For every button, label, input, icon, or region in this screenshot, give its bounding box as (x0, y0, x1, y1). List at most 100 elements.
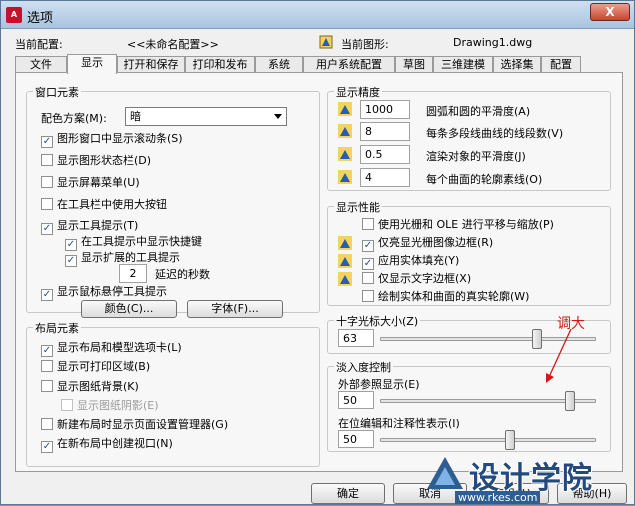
window-elements-group: 窗口元素 配色方案(M): 暗 ✓ 图形窗口中显示滚动条(S) 显示图形状态栏(D… (26, 84, 320, 318)
inplace-fade-slider-track (380, 438, 596, 442)
checkbox-checked-icon: ✓ (41, 223, 53, 235)
checkbox-empty-icon (41, 360, 53, 372)
annotation-arrow-icon (546, 328, 572, 383)
tab-selection[interactable]: 选择集 (493, 56, 541, 73)
contour-lines-input[interactable]: 4 (360, 168, 410, 187)
inplace-fade-label: 在位编辑和注释性表示(I) (338, 417, 460, 430)
text-frame-icon (338, 272, 352, 286)
arc-smoothness-input[interactable]: 1000 (360, 100, 410, 119)
render-smoothness-input[interactable]: 0.5 (360, 145, 410, 164)
polyline-segments-label: 每条多段线曲线的线段数(V) (426, 127, 564, 140)
checkbox-checked-icon: ✓ (362, 240, 374, 252)
tab-3d-modeling[interactable]: 三维建模 (433, 56, 493, 73)
display-resolution-group: 显示精度 1000 圆弧和圆的平滑度(A) 8 每条多段线曲线的线段数(V) 0… (327, 84, 611, 191)
chevron-down-icon (274, 114, 282, 119)
color-scheme-select[interactable]: 暗 (125, 107, 287, 126)
color-scheme-value: 暗 (130, 110, 141, 123)
polyline-segments-input[interactable]: 8 (360, 122, 410, 141)
crosshair-size-title: 十字光标大小(Z) (334, 313, 421, 329)
tab-profiles[interactable]: 配置 (541, 56, 581, 73)
layout-elements-group: 布局元素 ✓ 显示布局和模型选项卡(L) 显示可打印区域(B) 显示图纸背景(K)… (26, 320, 320, 467)
watermark: 设计学院 www.rkes.com (415, 451, 635, 506)
checkbox-create-viewport[interactable]: ✓ 在新布局中创建视口(N) (41, 436, 173, 453)
current-profile-label: 当前配置: (15, 38, 63, 51)
display-tab-panel: 窗口元素 配色方案(M): 暗 ✓ 图形窗口中显示滚动条(S) 显示图形状态栏(D… (15, 72, 623, 472)
checkbox-tooltip-shortcuts[interactable]: ✓ 在工具提示中显示快捷键 (65, 234, 202, 251)
tab-drafting[interactable]: 草图 (395, 56, 433, 73)
xref-fade-label: 外部参照显示(E) (338, 378, 420, 391)
checkbox-checked-icon: ✓ (41, 289, 53, 301)
tab-system[interactable]: 系统 (255, 56, 303, 73)
profile-row: 当前配置: <<未命名配置>> 当前图形: Drawing1.dwg (1, 33, 634, 53)
tab-display[interactable]: 显示 (67, 54, 117, 74)
colors-button[interactable]: 颜色(C)... (81, 300, 177, 318)
crosshair-size-input[interactable]: 63 (338, 329, 374, 347)
checkbox-show-screen-menu[interactable]: 显示屏幕菜单(U) (41, 175, 140, 191)
fade-control-title: 淡入度控制 (334, 359, 393, 375)
checkbox-empty-icon (41, 176, 53, 188)
autocad-app-icon: A (6, 7, 22, 23)
xref-fade-slider-track (380, 399, 596, 403)
arc-smoothness-label: 圆弧和圆的平滑度(A) (426, 105, 531, 118)
layout-elements-title: 布局元素 (33, 320, 81, 336)
inplace-fade-slider-thumb[interactable] (505, 430, 515, 450)
options-dialog: A 选项 X 当前配置: <<未命名配置>> 当前图形: Drawing1.dw… (0, 0, 635, 505)
display-performance-group: 显示性能 使用光栅和 OLE 进行平移与缩放(P) ✓ 仅亮显光栅图像边框(R) … (327, 199, 611, 306)
display-resolution-title: 显示精度 (334, 84, 382, 100)
fonts-button[interactable]: 字体(F)... (187, 300, 283, 318)
polyline-segments-icon (338, 124, 352, 138)
drawing-file-icon (319, 35, 333, 49)
checkbox-empty-icon (362, 218, 374, 230)
tab-plot-publish[interactable]: 打印和发布 (185, 56, 255, 73)
checkbox-show-tooltips[interactable]: ✓ 显示工具提示(T) (41, 218, 138, 235)
checkbox-page-setup-manager[interactable]: 新建布局时显示页面设置管理器(G) (41, 417, 228, 433)
color-scheme-label: 配色方案(M): (41, 112, 107, 125)
render-smoothness-label: 渲染对象的平滑度(J) (426, 150, 526, 163)
tab-file[interactable]: 文件 (15, 56, 67, 73)
dialog-title: 选项 (27, 11, 54, 26)
checkbox-layout-model-tabs[interactable]: ✓ 显示布局和模型选项卡(L) (41, 340, 182, 357)
close-button[interactable]: X (590, 3, 630, 21)
arc-smoothness-icon (338, 102, 352, 116)
checkbox-empty-icon (41, 380, 53, 392)
tab-open-save[interactable]: 打开和保存 (117, 56, 185, 73)
checkbox-paper-background[interactable]: 显示图纸背景(K) (41, 379, 139, 395)
checkbox-true-silhouettes[interactable]: 绘制实体和曲面的真实轮廓(W) (362, 289, 529, 305)
xref-fade-input[interactable]: 50 (338, 391, 374, 409)
watermark-url: www.rkes.com (455, 491, 541, 504)
contour-lines-icon (338, 170, 352, 184)
checkbox-show-scrollbars[interactable]: ✓ 图形窗口中显示滚动条(S) (41, 131, 183, 148)
checkbox-highlight-raster-frame[interactable]: ✓ 仅亮显光栅图像边框(R) (362, 235, 493, 252)
checkbox-show-status-bar[interactable]: 显示图形状态栏(D) (41, 153, 151, 169)
checkbox-checked-icon: ✓ (41, 136, 53, 148)
checkbox-printable-area[interactable]: 显示可打印区域(B) (41, 359, 150, 375)
checkbox-apply-solid-fill[interactable]: ✓ 应用实体填充(Y) (362, 253, 459, 270)
inplace-fade-input[interactable]: 50 (338, 430, 374, 448)
display-performance-title: 显示性能 (334, 199, 382, 215)
checkbox-raster-ole-pan-zoom[interactable]: 使用光栅和 OLE 进行平移与缩放(P) (362, 217, 554, 233)
window-elements-title: 窗口元素 (33, 84, 81, 100)
checkbox-paper-shadow[interactable]: 显示图纸阴影(E) (61, 398, 159, 414)
checkbox-rollover-tooltips[interactable]: ✓ 显示鼠标悬停工具提示 (41, 284, 167, 301)
checkbox-empty-icon (41, 198, 53, 210)
checkbox-disabled-icon (61, 399, 73, 411)
checkbox-empty-icon (41, 418, 53, 430)
checkbox-checked-icon: ✓ (41, 441, 53, 453)
tooltip-delay-input[interactable]: 2 (119, 264, 147, 283)
checkbox-empty-icon (41, 154, 53, 166)
checkbox-empty-icon (362, 290, 374, 302)
tab-user-preferences[interactable]: 用户系统配置 (303, 56, 395, 73)
current-drawing-value: Drawing1.dwg (453, 36, 533, 49)
checkbox-checked-icon: ✓ (362, 258, 374, 270)
checkbox-checked-icon: ✓ (65, 255, 77, 267)
xref-fade-slider-thumb[interactable] (564, 391, 575, 411)
ok-button[interactable]: 确定 (311, 483, 385, 504)
title-bar[interactable]: A 选项 X (1, 1, 634, 29)
checkbox-large-buttons[interactable]: 在工具栏中使用大按钮 (41, 197, 167, 213)
checkbox-text-frame-only[interactable]: 仅显示文字边框(X) (362, 271, 471, 287)
watermark-logo-icon (427, 457, 463, 489)
checkbox-empty-icon (362, 272, 374, 284)
checkbox-checked-icon: ✓ (41, 345, 53, 357)
contour-lines-label: 每个曲面的轮廓素线(O) (426, 173, 543, 186)
raster-frame-icon (338, 236, 352, 250)
